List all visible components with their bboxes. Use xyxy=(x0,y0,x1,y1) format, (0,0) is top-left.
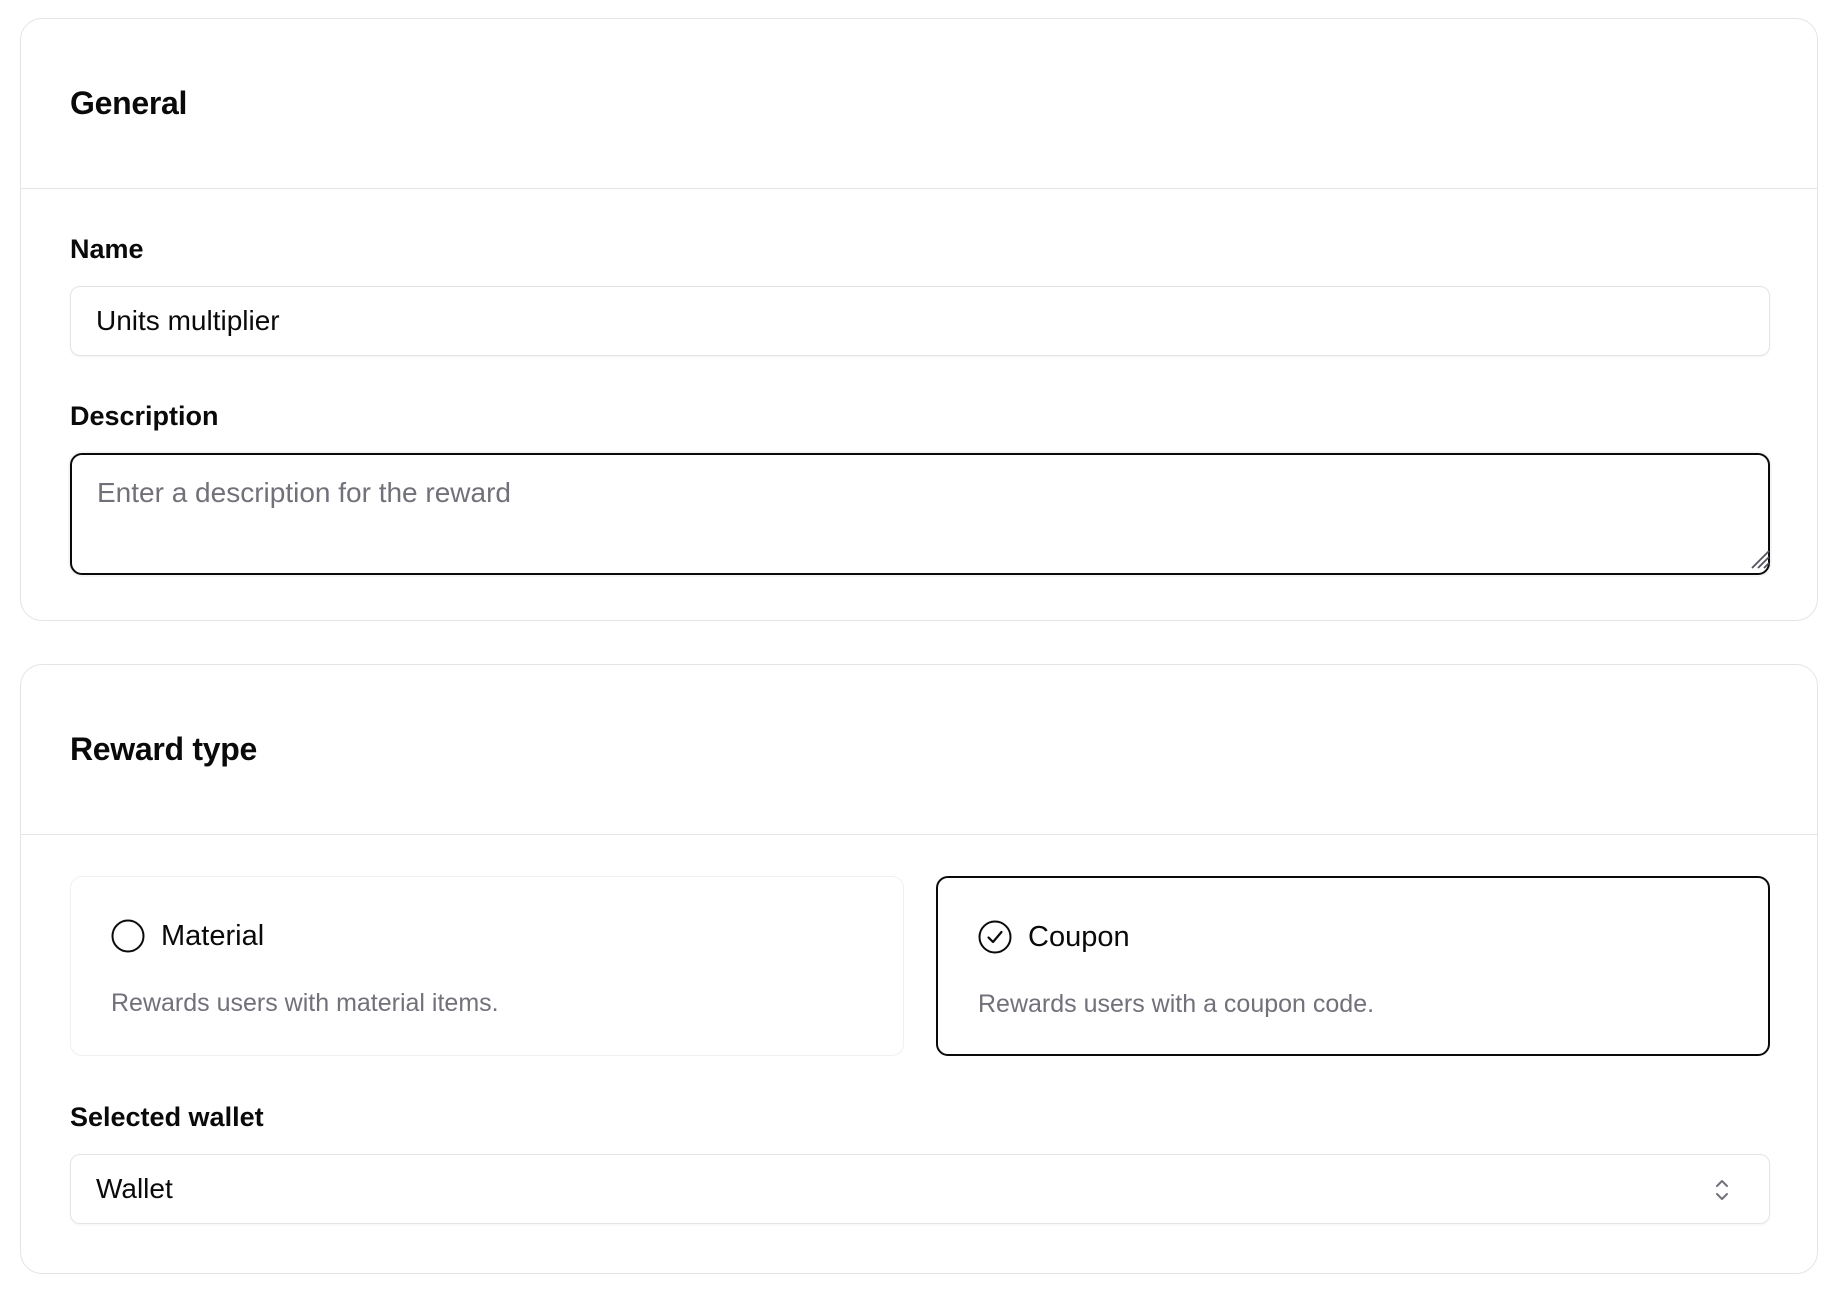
description-textarea[interactable] xyxy=(70,453,1770,575)
wallet-select[interactable]: Wallet xyxy=(70,1154,1770,1224)
general-card: General Name Description xyxy=(20,18,1818,621)
reward-type-card: Reward type Material Rewards users with … xyxy=(20,664,1818,1274)
option-material[interactable]: Material Rewards users with material ite… xyxy=(70,876,904,1056)
option-material-title: Material xyxy=(161,920,265,952)
description-label: Description xyxy=(70,401,219,431)
name-input[interactable] xyxy=(70,286,1770,356)
option-coupon-description: Rewards users with a coupon code. xyxy=(978,990,1375,1018)
selected-wallet-label: Selected wallet xyxy=(70,1102,264,1132)
radio-checked-icon[interactable] xyxy=(978,920,1012,954)
name-label: Name xyxy=(70,234,144,264)
option-coupon[interactable]: Coupon Rewards users with a coupon code. xyxy=(936,876,1770,1056)
resize-grip-icon[interactable] xyxy=(1748,547,1770,569)
general-card-header: General xyxy=(21,19,1817,189)
reward-type-title: Reward type xyxy=(70,731,257,767)
option-coupon-title: Coupon xyxy=(1028,921,1130,953)
chevron-up-down-icon xyxy=(1716,1180,1728,1200)
wallet-select-value: Wallet xyxy=(96,1173,173,1204)
option-material-description: Rewards users with material items. xyxy=(111,989,499,1017)
general-title: General xyxy=(70,85,188,121)
reward-type-card-header: Reward type xyxy=(21,665,1817,835)
radio-empty-icon[interactable] xyxy=(111,919,145,953)
